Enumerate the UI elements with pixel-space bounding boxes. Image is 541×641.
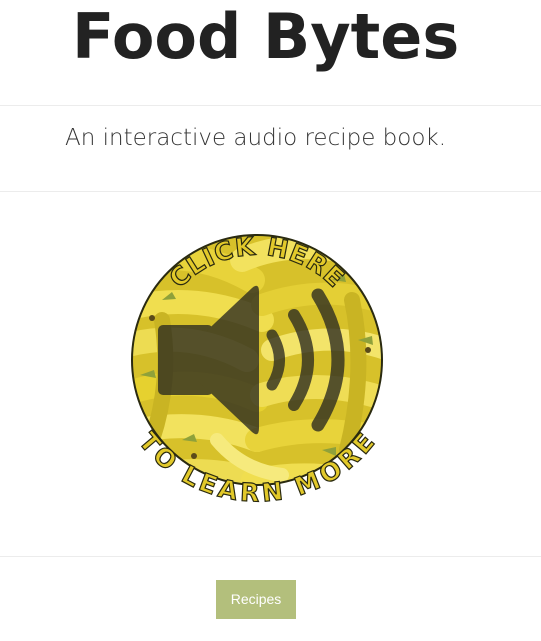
page-subtitle: An interactive audio recipe book. — [65, 125, 447, 151]
learn-more-badge-graphic: CLICK HERE TO LEARN MORE — [131, 231, 383, 508]
page-title: Food Bytes — [72, 0, 460, 73]
learn-more-audio-badge[interactable]: CLICK HERE TO LEARN MORE — [122, 200, 392, 520]
recipes-button[interactable]: Recipes — [216, 580, 296, 619]
divider — [0, 191, 541, 192]
divider — [0, 105, 541, 106]
divider — [0, 556, 541, 557]
